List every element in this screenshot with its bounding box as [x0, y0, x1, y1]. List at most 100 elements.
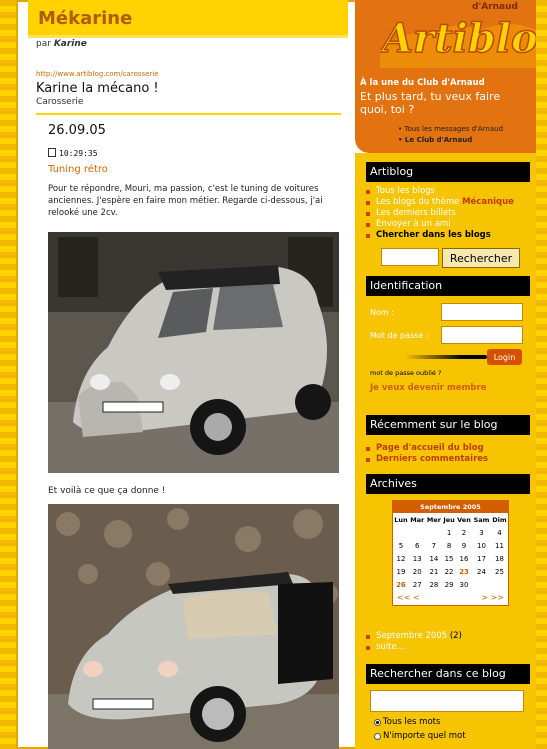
radio-all-words[interactable]: Tous les mots: [374, 717, 440, 727]
calendar-cell: 29: [444, 580, 454, 589]
calendar-next[interactable]: > >>: [481, 591, 504, 605]
artiblog-links: Tous les blogs Les blogs du thème Mécani…: [366, 186, 514, 241]
link-latest-posts[interactable]: Les derniers billets: [366, 208, 514, 219]
calendar-row: 12 13 14 15 16 17 18: [393, 552, 508, 565]
calendar-cell: 24: [477, 567, 486, 576]
post-title: Karine la mécano !: [36, 81, 159, 96]
archive-links: Septembre 2005 (2) suite...: [366, 631, 462, 653]
calendar-cell: 9: [461, 541, 467, 550]
calendar-cell-link[interactable]: 23: [456, 565, 472, 578]
forgot-password-link[interactable]: mot de passe oublié ?: [370, 369, 441, 377]
calendar-cell: [491, 578, 508, 591]
login-arrow-decoration: [405, 355, 487, 359]
blog-search-input[interactable]: [381, 248, 439, 266]
logo-text: Artiblog: [380, 15, 536, 62]
author-line: par Karine: [36, 39, 87, 49]
entry-paragraph: Pour te répondre, Mouri, ma passion, c'e…: [48, 184, 323, 218]
link-comments[interactable]: Derniers commentaires: [366, 454, 488, 465]
label-search-blogs: Chercher dans les blogs: [366, 230, 514, 241]
author-name[interactable]: Karine: [54, 39, 87, 49]
calendar-cell: 5: [398, 541, 404, 550]
radio-label: N'importe quel mot: [383, 731, 466, 741]
calendar-row: 19 20 21 22 23 24 25: [393, 565, 508, 578]
photo-caption: Et voilà ce que ça donne !: [48, 486, 166, 496]
calendar-cell: 3: [479, 528, 484, 537]
car-photo-after: [48, 504, 339, 749]
calendar-table: Lun Mar Mer Jeu Ven Sam Dim 1 2 3 4 5 6 …: [393, 513, 508, 591]
archive-calendar: Septembre 2005 Lun Mar Mer Jeu Ven Sam D…: [392, 500, 509, 606]
search-button[interactable]: Rechercher: [442, 248, 520, 268]
recent-header: Récemment sur le blog: [366, 415, 530, 435]
nom-input[interactable]: [441, 303, 523, 321]
calendar-day: Mer: [426, 515, 441, 524]
page: Mékarine par Karine http://www.artiblog.…: [0, 0, 547, 749]
post-category: Carosserie: [36, 97, 84, 107]
calendar-row: 1 2 3 4: [393, 526, 508, 539]
password-label: Mot de passe :: [370, 331, 429, 340]
calendar-cell: 25: [494, 567, 504, 576]
left-decorative-border: [0, 0, 16, 749]
calendar-day: Lun: [394, 515, 408, 524]
login-button[interactable]: Login: [487, 349, 522, 365]
calendar-cell: 4: [497, 528, 502, 537]
calendar-cell: 27: [412, 580, 422, 589]
archives-header: Archives: [366, 474, 530, 494]
calendar-cell: 21: [429, 567, 439, 576]
calendar-title: Septembre 2005: [393, 501, 508, 513]
logo-subtitle: d'Arnaud: [472, 2, 518, 12]
blog-search-field[interactable]: [370, 690, 524, 712]
calendar-cell: 30: [459, 580, 469, 589]
calendar-cell: 28: [429, 580, 439, 589]
become-member-link[interactable]: Je veux devenir membre: [370, 383, 486, 393]
club-link-club[interactable]: • Le Club d'Arnaud: [398, 135, 503, 146]
car-photo-before: [48, 232, 339, 473]
search-blog-header: Rechercher dans ce blog: [366, 664, 530, 684]
calendar-cell: 7: [431, 541, 437, 550]
club-headline[interactable]: Et plus tard, tu veux faire quoi, toi ?: [360, 90, 530, 116]
calendar-cell: [426, 526, 443, 539]
entry-title[interactable]: Tuning rétro: [48, 164, 108, 175]
link-home[interactable]: Page d'accueil du blog: [366, 443, 488, 454]
link-all-blogs[interactable]: Tous les blogs: [366, 186, 514, 197]
post-url[interactable]: http://www.artiblog.com/carosserie: [36, 70, 159, 78]
calendar-cell: 1: [446, 528, 452, 537]
password-input[interactable]: [441, 326, 523, 344]
calendar-cell: [409, 526, 426, 539]
archive-month-link[interactable]: Septembre 2005 (2): [366, 631, 462, 642]
club-link-messages[interactable]: • Tous les messages d'Arnaud: [398, 124, 503, 135]
radio-label: Tous les mots: [383, 717, 441, 727]
post-time: 10:29:35: [48, 148, 98, 158]
calendar-cell: 12: [396, 554, 406, 563]
calendar-cell: [393, 526, 409, 539]
author-prefix: par: [36, 39, 51, 49]
document-icon: [48, 148, 56, 157]
nom-label: Nom :: [370, 308, 394, 317]
calendar-cell: 16: [459, 554, 469, 563]
calendar-day: Sam: [473, 515, 490, 524]
link-theme-blogs[interactable]: Les blogs du thème Mécanique: [366, 197, 514, 208]
calendar-cell: 20: [412, 567, 422, 576]
calendar-cell: 22: [444, 567, 454, 576]
calendar-day: Mar: [410, 515, 425, 524]
calendar-cell: 11: [494, 541, 504, 550]
blog-title[interactable]: Mékarine: [38, 8, 132, 29]
calendar-row: 5 6 7 8 9 10 11: [393, 539, 508, 552]
calendar-cell: 15: [444, 554, 454, 563]
calendar-cell-link[interactable]: 26: [393, 578, 409, 591]
club-links: • Tous les messages d'Arnaud • Le Club d…: [398, 124, 503, 146]
calendar-cell: 14: [429, 554, 439, 563]
archive-more-link[interactable]: suite...: [366, 642, 462, 653]
calendar-prev[interactable]: << <: [397, 591, 420, 605]
radio-any-word[interactable]: N'importe quel mot: [374, 731, 466, 741]
link-send-friend[interactable]: Envoyer à un ami: [366, 219, 514, 230]
calendar-cell: 19: [396, 567, 406, 576]
calendar-row: 26 27 28 29 30: [393, 578, 508, 591]
calendar-cell: 10: [477, 541, 486, 550]
divider: [36, 113, 341, 115]
post-date: 26.09.05: [48, 123, 106, 138]
artiblog-section-header: Artiblog: [366, 162, 530, 182]
calendar-nav: << < > >>: [393, 591, 508, 605]
calendar-cell: 6: [414, 541, 420, 550]
calendar-cell: [472, 578, 491, 591]
calendar-cell: 8: [446, 541, 452, 550]
